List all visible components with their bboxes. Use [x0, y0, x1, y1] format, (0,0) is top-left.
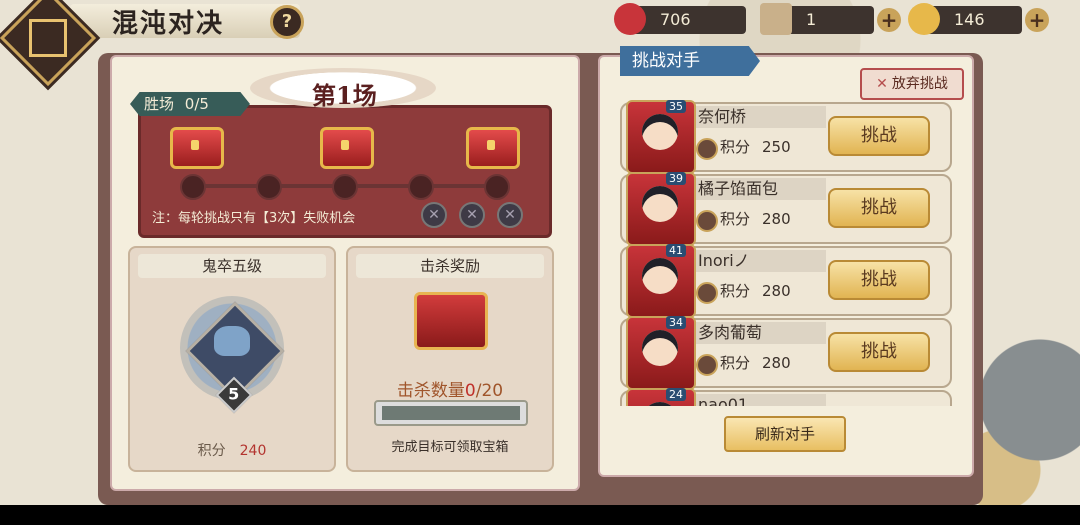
opponent-name: nao01 [696, 394, 826, 406]
score-icon [696, 210, 718, 232]
progress-node-4 [408, 174, 434, 200]
opponent-score-label: 积分 [720, 138, 751, 156]
opponent-score: 积分 250 [720, 136, 791, 157]
ticket-icon [760, 3, 792, 35]
ghost-face-icon [214, 326, 250, 356]
failure-mark-3: ✕ [497, 202, 523, 228]
round-title: 第1场 [312, 81, 377, 110]
game-screen: 混沌对决 ? 706 1 + 146 + 第1场 胜场 0/5 注：每轮挑战只有… [0, 0, 1080, 505]
opponent-row: 24 nao01 [620, 388, 952, 406]
progress-node-3 [332, 174, 358, 200]
challenge-button[interactable]: 挑战 [828, 116, 930, 156]
kill-progress-track [382, 406, 520, 420]
page-title: 混沌对决 [112, 9, 225, 39]
rank-medal-icon: 5 [180, 296, 285, 414]
refresh-opponents-button[interactable]: 刷新对手 [724, 416, 846, 452]
opponent-row: 39 橘子馅面包 积分 280 挑战 [620, 172, 952, 246]
opponent-name: Inoriノ [696, 250, 826, 272]
opponent-name: 多肉葡萄 [696, 322, 826, 344]
milestone-chest-2[interactable] [320, 127, 374, 169]
challenge-button[interactable]: 挑战 [828, 332, 930, 372]
abandon-label: 放弃挑战 [891, 76, 948, 92]
opponent-score: 积分 280 [720, 352, 791, 373]
add-ticket-button[interactable]: + [877, 8, 901, 32]
opponent-row: 34 多肉葡萄 积分 280 挑战 [620, 316, 952, 390]
opponent-score-label: 积分 [720, 210, 751, 228]
wins-value: 0/5 [184, 95, 209, 113]
kill-count-total: /20 [475, 381, 504, 401]
wins-tag: 胜场 0/5 [130, 92, 250, 116]
score-icon [696, 282, 718, 304]
opponent-level: 24 [666, 388, 686, 401]
kill-count-label: 击杀数量 [396, 381, 465, 401]
gold-ingot-icon [908, 3, 940, 35]
resource-ticket: 1 [760, 3, 874, 35]
challenge-button[interactable]: 挑战 [828, 260, 930, 300]
failure-note: 注：每轮挑战只有【3次】失败机会 [152, 211, 356, 226]
progress-node-5 [484, 174, 510, 200]
resource-gold: 146 [908, 3, 1022, 35]
opponent-name: 奈何桥 [696, 106, 826, 128]
rank-level: 5 [228, 384, 240, 404]
progress-node-1 [180, 174, 206, 200]
kill-progress-bar [374, 400, 528, 426]
system-bar [0, 505, 1080, 525]
challenge-button[interactable]: 挑战 [828, 188, 930, 228]
failure-mark-1: ✕ [421, 202, 447, 228]
close-icon: ✕ [876, 76, 888, 92]
opponent-level: 39 [666, 172, 686, 185]
opponent-score-value: 280 [762, 210, 791, 228]
token-count: 706 [660, 10, 691, 29]
help-button[interactable]: ? [270, 5, 304, 39]
opponent-score-label: 积分 [720, 282, 751, 300]
gold-count: 146 [954, 10, 985, 29]
opponent-score-value: 280 [762, 354, 791, 372]
opponent-score-value: 280 [762, 282, 791, 300]
rank-title: 鬼卒五级 [138, 254, 326, 278]
reward-title: 击杀奖励 [356, 254, 544, 278]
token-icon [614, 3, 646, 35]
resource-token: 706 [614, 3, 746, 35]
opponent-name: 橘子馅面包 [696, 178, 826, 200]
opponent-score-label: 积分 [720, 354, 751, 372]
back-arrow-icon [29, 19, 67, 57]
milestone-chest-3[interactable] [466, 127, 520, 169]
kill-reward-card: 击杀奖励 击杀数量0/20 完成目标可领取宝箱 [346, 246, 554, 472]
failure-mark-2: ✕ [459, 202, 485, 228]
opponents-tag: 挑战对手 [620, 46, 760, 76]
wins-label: 胜场 [144, 95, 175, 113]
opponent-level: 41 [666, 244, 686, 257]
kill-count: 击杀数量0/20 [348, 376, 552, 401]
ticket-count: 1 [806, 10, 817, 29]
rank-card: 鬼卒五级 5 积分 240 [128, 246, 336, 472]
opponent-score: 积分 280 [720, 208, 791, 229]
opponent-score-value: 250 [762, 138, 791, 156]
rank-score-label: 积分 [197, 443, 226, 459]
opponent-row: 41 Inoriノ 积分 280 挑战 [620, 244, 952, 318]
kill-count-current: 0 [464, 381, 476, 401]
add-gold-button[interactable]: + [1025, 8, 1049, 32]
opponent-level: 34 [666, 316, 686, 329]
reward-chest-icon[interactable] [414, 292, 488, 350]
score-icon [696, 138, 718, 160]
opponent-list[interactable]: 35 奈何桥 积分 250 挑战 39 橘子馅面包 积分 280 挑战 41 Ino… [608, 96, 958, 406]
progress-node-2 [256, 174, 282, 200]
opponent-score: 积分 280 [720, 280, 791, 301]
rank-score: 积分 240 [130, 440, 334, 460]
opponent-level: 35 [666, 100, 686, 113]
rank-score-value: 240 [239, 443, 267, 459]
reward-footer: 完成目标可领取宝箱 [391, 440, 509, 455]
score-icon [696, 354, 718, 376]
milestone-chest-1[interactable] [170, 127, 224, 169]
opponent-row: 35 奈何桥 积分 250 挑战 [620, 100, 952, 174]
